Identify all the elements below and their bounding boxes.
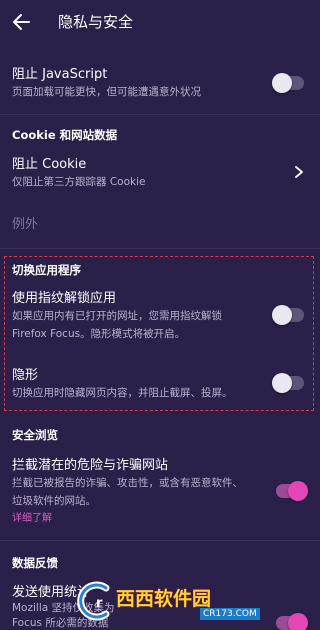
- stealth-title: 隐形: [12, 368, 39, 383]
- privacy-security-screen: 隐私与安全 阻止 JavaScript 页面加载可能更快，但可能遭遇意外状况 C…: [0, 0, 320, 630]
- safe-browsing-subtitle-line2: 垃圾软件的网站。: [12, 495, 96, 507]
- block-cookie-subtitle: 仅阻止第三方跟踪器 Cookie: [12, 176, 146, 188]
- page-title: 隐私与安全: [58, 13, 134, 31]
- fingerprint-unlock-subtitle-line1: 如果应用内有已打开的网址，您需用指纹解锁: [12, 310, 222, 322]
- cookie-section-header: Cookie 和网站数据: [12, 128, 118, 142]
- watermark-logo-icon: r: [77, 581, 110, 621]
- block-javascript-title: 阻止 JavaScript: [12, 67, 108, 82]
- toggle-thumb: [288, 481, 308, 501]
- back-arrow-icon[interactable]: [10, 11, 32, 33]
- chevron-right-icon: [295, 166, 303, 178]
- stealth-toggle[interactable]: [272, 373, 304, 393]
- toggle-thumb: [272, 373, 292, 393]
- safe-browsing-toggle[interactable]: [276, 481, 308, 501]
- block-cookie-title: 阻止 Cookie: [12, 157, 87, 172]
- block-javascript-subtitle: 页面加载可能更快，但可能遭遇意外状况: [12, 86, 201, 98]
- app-bar: 隐私与安全: [0, 0, 320, 46]
- safe-browsing-title: 拦截潜在的危险与诈骗网站: [12, 458, 169, 473]
- svg-text:r: r: [96, 596, 103, 611]
- section-divider: [0, 540, 320, 541]
- toggle-thumb: [272, 73, 292, 93]
- switch-app-section-header: 切换应用程序: [12, 263, 81, 277]
- watermark-url: CR173.COM: [200, 608, 260, 620]
- site-watermark: r 西西软件园 CR173.COM: [76, 578, 316, 626]
- stealth-subtitle: 切换应用时隐藏网页内容，并阻止截屏、投屏。: [12, 387, 233, 399]
- block-javascript-toggle[interactable]: [272, 73, 304, 93]
- fingerprint-unlock-title: 使用指纹解锁应用: [12, 291, 117, 306]
- data-feedback-section-header: 数据反馈: [12, 556, 58, 570]
- section-divider: [0, 248, 320, 249]
- toggle-thumb: [272, 305, 292, 325]
- section-divider: [0, 114, 320, 115]
- learn-more-link[interactable]: 详细了解: [12, 512, 52, 526]
- exceptions-item[interactable]: 例外: [12, 216, 38, 233]
- fingerprint-unlock-subtitle-line2: Firefox Focus。隐形模式将被开启。: [12, 328, 186, 340]
- safe-browsing-section-header: 安全浏览: [12, 428, 58, 442]
- safe-browsing-subtitle-line1: 拦截已被报告的诈骗、攻击性，或含有恶意软件、: [12, 477, 243, 489]
- watermark-brand: 西西软件园: [116, 588, 212, 610]
- fingerprint-unlock-toggle[interactable]: [272, 305, 304, 325]
